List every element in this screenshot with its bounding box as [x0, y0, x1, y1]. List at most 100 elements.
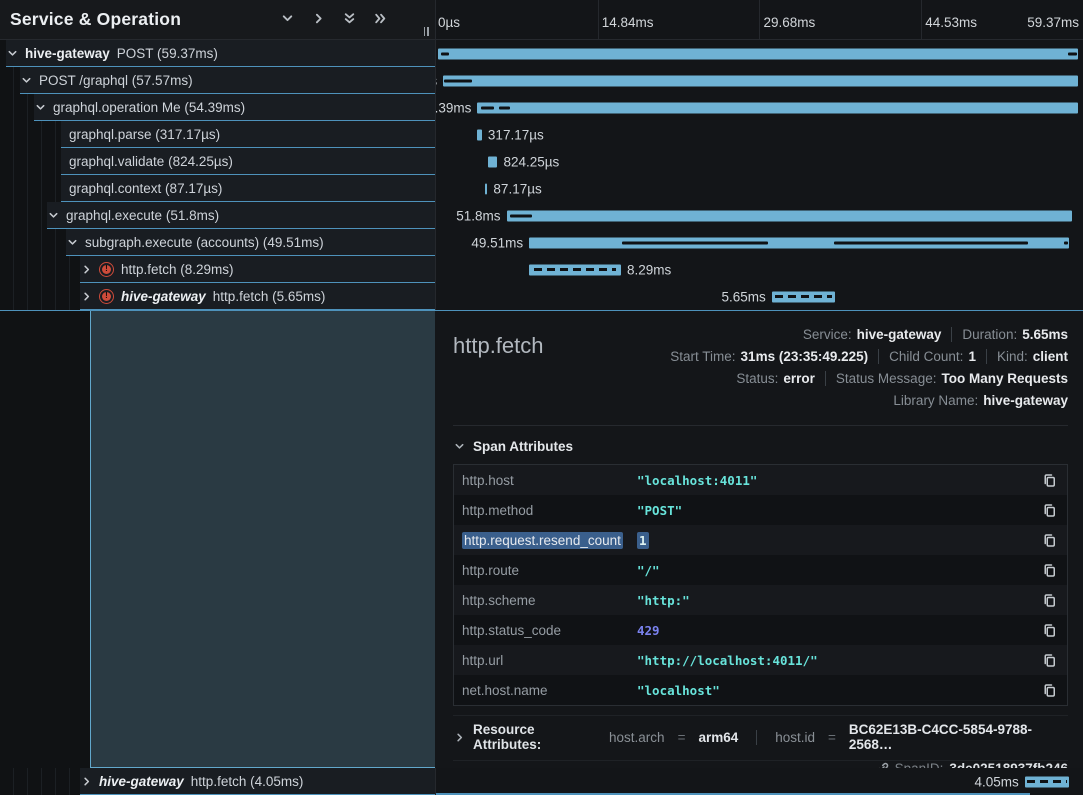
span-bar[interactable] — [529, 264, 621, 275]
span-row-content[interactable]: !http.fetch (8.29ms) — [80, 256, 435, 283]
span-row-tree-cell[interactable]: graphql.validate (824.25µs) — [0, 148, 435, 175]
chevron-down-icon[interactable] — [21, 75, 32, 86]
span-row-tree-cell[interactable]: graphql.operation Me (54.39ms) — [0, 94, 435, 121]
copy-icon[interactable] — [1042, 503, 1057, 518]
copy-icon[interactable] — [1042, 683, 1057, 698]
span-row-content[interactable]: graphql.operation Me (54.39ms) — [34, 94, 435, 121]
span-bar[interactable] — [772, 291, 835, 302]
panel-title: Service & Operation — [10, 9, 181, 30]
span-row-timeline-cell[interactable]: 4.05ms — [435, 768, 1083, 795]
span-bar[interactable] — [477, 102, 1077, 113]
copy-icon[interactable] — [1042, 593, 1057, 608]
span-row-tree-cell[interactable]: graphql.parse (317.17µs) — [0, 121, 435, 148]
span-row-timeline-cell[interactable]: 5.65ms — [435, 283, 1083, 310]
resource-attributes-toggle[interactable]: Resource Attributes:host.arch=arm64host.… — [453, 715, 1068, 758]
span-row-content[interactable]: graphql.context (87.17µs) — [61, 175, 435, 202]
span-attributes-toggle[interactable]: Span Attributes — [454, 439, 1068, 454]
child-span-marker — [1064, 241, 1068, 244]
copy-icon[interactable] — [1042, 473, 1057, 488]
span-bar[interactable] — [1025, 776, 1069, 787]
span-row-content[interactable]: graphql.execute (51.8ms) — [47, 202, 435, 229]
chevron-right-icon[interactable] — [81, 291, 92, 302]
chevron-down-icon[interactable] — [35, 102, 46, 113]
span-bar[interactable] — [488, 156, 498, 167]
double-chevron-down-icon[interactable] — [343, 12, 356, 25]
span-bar[interactable] — [443, 75, 1078, 86]
indent-guides — [0, 67, 21, 94]
span-row-timeline-cell[interactable] — [435, 40, 1083, 67]
span-row-tree-cell[interactable]: hive-gatewayPOST (59.37ms) — [0, 40, 435, 67]
attribute-value: "http:" — [637, 593, 1042, 608]
span-bar[interactable] — [507, 210, 1072, 221]
span-row-timeline-cell[interactable]: 57.57ms — [435, 67, 1083, 94]
span-row-timeline-cell[interactable]: 87.17µs — [435, 175, 1083, 202]
metadata-label: Status: — [736, 371, 778, 386]
chevron-right-icon[interactable] — [81, 776, 92, 787]
copy-button[interactable] — [1042, 473, 1057, 488]
trace-viewer: Service & Operation 0µs14.84ms29.68ms44.… — [0, 0, 1083, 795]
chevron-down-icon[interactable] — [67, 237, 78, 248]
service-name: hive-gateway — [121, 289, 206, 304]
span-row-timeline-cell[interactable]: 49.51ms — [435, 229, 1083, 256]
span-row-tree-cell[interactable]: hive-gatewayhttp.fetch (4.05ms) — [0, 768, 435, 795]
span-row-content[interactable]: !hive-gatewayhttp.fetch (5.65ms) — [80, 283, 435, 310]
timeline-tick: 44.53ms — [925, 15, 977, 30]
span-row-content[interactable]: hive-gatewayhttp.fetch (4.05ms) — [80, 768, 435, 795]
span-row: graphql.context (87.17µs)87.17µs — [0, 175, 1083, 202]
span-row-timeline-cell[interactable]: 51.8ms — [435, 202, 1083, 229]
span-row-content[interactable]: graphql.parse (317.17µs) — [61, 121, 435, 148]
indent-guides — [0, 175, 62, 202]
span-row-timeline-cell[interactable]: 8.29ms — [435, 256, 1083, 283]
divider — [878, 349, 879, 364]
span-bar[interactable] — [477, 129, 482, 140]
span-duration-label: 49.51ms — [471, 235, 523, 250]
span-row-tree-cell[interactable]: graphql.execute (51.8ms) — [0, 202, 435, 229]
attribute-key: http.request.resend_count — [462, 533, 637, 548]
span-row-timeline-cell[interactable]: 824.25µs — [435, 148, 1083, 175]
panel-resize-handle[interactable] — [421, 25, 431, 37]
attribute-value: 429 — [637, 623, 1042, 638]
indent-guides — [0, 148, 62, 175]
copy-button[interactable] — [1042, 593, 1057, 608]
attribute-key: net.host.name — [462, 683, 637, 698]
copy-button[interactable] — [1042, 683, 1057, 698]
chevron-down-icon[interactable] — [281, 12, 294, 25]
chevron-down-icon[interactable] — [48, 210, 59, 221]
span-row-timeline-cell[interactable]: 317.17µs — [435, 121, 1083, 148]
span-bar[interactable] — [438, 48, 1079, 59]
metadata-value: client — [1033, 349, 1068, 364]
detail-header: http.fetch Service:hive-gatewayDuration:… — [453, 325, 1068, 409]
child-span-marker — [510, 214, 532, 217]
copy-icon[interactable] — [1042, 653, 1057, 668]
span-bar[interactable] — [485, 183, 487, 194]
span-row: graphql.validate (824.25µs)824.25µs — [0, 148, 1083, 175]
span-row-tree-cell[interactable]: graphql.context (87.17µs) — [0, 175, 435, 202]
copy-button[interactable] — [1042, 533, 1057, 548]
copy-button[interactable] — [1042, 653, 1057, 668]
span-row-content[interactable]: hive-gatewayPOST (59.37ms) — [6, 40, 435, 67]
copy-icon[interactable] — [1042, 563, 1057, 578]
span-row-tree-cell[interactable]: !hive-gatewayhttp.fetch (5.65ms) — [0, 283, 435, 310]
span-row: subgraph.execute (accounts) (49.51ms) 49.… — [0, 229, 1083, 256]
resource-key: host.id — [775, 730, 815, 745]
chevron-right-icon[interactable] — [81, 264, 92, 275]
double-chevron-right-icon[interactable] — [374, 12, 387, 25]
copy-button[interactable] — [1042, 503, 1057, 518]
resource-value: arm64 — [698, 730, 738, 745]
detail-left-filler — [0, 311, 435, 768]
span-duration-label: 51.8ms — [456, 208, 500, 223]
copy-icon[interactable] — [1042, 623, 1057, 638]
span-row-tree-cell[interactable]: POST /graphql (57.57ms) — [0, 67, 435, 94]
span-row-content[interactable]: subgraph.execute (accounts) (49.51ms) — [66, 229, 435, 256]
span-row-content[interactable]: POST /graphql (57.57ms) — [20, 67, 435, 94]
span-row-tree-cell[interactable]: !http.fetch (8.29ms) — [0, 256, 435, 283]
chevron-right-icon[interactable] — [312, 12, 325, 25]
span-row-tree-cell[interactable]: subgraph.execute (accounts) (49.51ms) — [0, 229, 435, 256]
span-row-timeline-cell[interactable]: 54.39ms — [435, 94, 1083, 121]
span-duration-label: 4.05ms — [975, 774, 1019, 789]
span-row-content[interactable]: graphql.validate (824.25µs) — [61, 148, 435, 175]
copy-icon[interactable] — [1042, 533, 1057, 548]
copy-button[interactable] — [1042, 563, 1057, 578]
chevron-down-icon[interactable] — [7, 48, 18, 59]
copy-button[interactable] — [1042, 623, 1057, 638]
